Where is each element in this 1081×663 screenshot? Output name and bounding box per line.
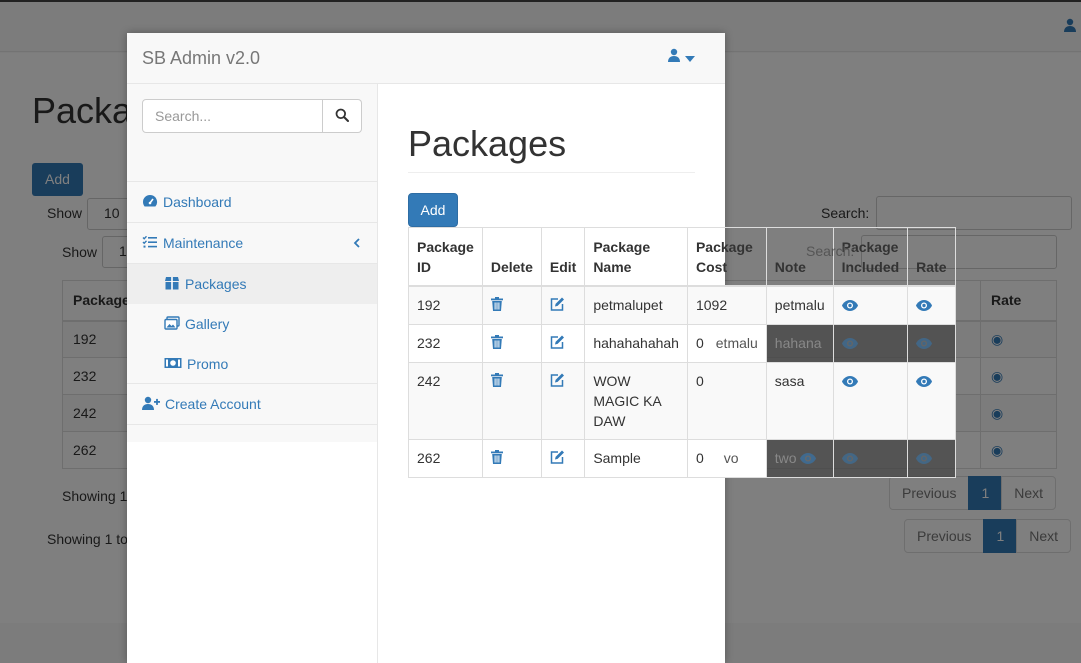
chevron-left-icon[interactable] bbox=[353, 235, 361, 251]
delete-cell bbox=[481, 439, 542, 479]
rate-cell bbox=[907, 323, 956, 364]
package-name-cell: WOW MAGIC KA DAW bbox=[584, 362, 688, 441]
trash-icon[interactable] bbox=[490, 334, 503, 354]
package-included-cell bbox=[832, 362, 909, 441]
sidebar-item-label: Gallery bbox=[185, 316, 230, 332]
sidebar-item-label: Maintenance bbox=[163, 235, 244, 251]
box-icon bbox=[164, 276, 180, 293]
eye-icon[interactable] bbox=[916, 296, 933, 316]
package-included-cell bbox=[832, 323, 909, 364]
sidebar-item-maintenance[interactable]: Maintenance bbox=[127, 223, 377, 264]
package-cost-cell: 0 vo bbox=[686, 439, 767, 479]
trash-icon[interactable] bbox=[490, 296, 503, 316]
search-icon bbox=[335, 108, 349, 125]
package-id-cell: 192 bbox=[408, 285, 483, 325]
table-row: 192 petmalupet 1092 petmalu bbox=[408, 285, 956, 325]
background-overlap-text: etmalu bbox=[715, 334, 758, 351]
package-included-cell bbox=[832, 285, 909, 325]
table-row: 242 WOW MAGIC KA DAW 0 sasa bbox=[408, 362, 956, 441]
images-icon bbox=[164, 315, 180, 333]
sidebar-search-input[interactable] bbox=[142, 99, 323, 133]
edit-icon[interactable] bbox=[550, 449, 565, 469]
trash-icon[interactable] bbox=[490, 372, 503, 392]
package-id-cell: 242 bbox=[408, 362, 483, 441]
eye-icon[interactable] bbox=[916, 449, 933, 469]
edit-cell bbox=[540, 362, 586, 441]
user-plus-icon bbox=[142, 396, 160, 413]
sidebar-item-packages[interactable]: Packages bbox=[127, 264, 377, 304]
package-name-cell: hahahahahah bbox=[584, 323, 688, 364]
table-row: 262 Sample 0 vo two bbox=[408, 439, 956, 479]
package-id-cell: 262 bbox=[408, 439, 483, 479]
sidebar-item-label: Create Account bbox=[165, 396, 261, 412]
eye-icon[interactable] bbox=[916, 334, 933, 354]
edit-cell bbox=[540, 285, 586, 325]
eye-icon[interactable] bbox=[841, 296, 858, 316]
delete-cell bbox=[481, 323, 542, 364]
top-navbar: SB Admin v2.0 bbox=[127, 33, 725, 84]
eye-icon[interactable] bbox=[916, 372, 933, 392]
page-title: Packages bbox=[408, 123, 567, 164]
sidebar-blank-area bbox=[127, 442, 377, 663]
tasks-icon bbox=[142, 235, 158, 252]
add-package-button[interactable]: Add bbox=[408, 193, 458, 227]
table-row: 232 hahahahahah 0 etmalu hahana bbox=[408, 323, 956, 364]
sidebar-item-create-account[interactable]: Create Account bbox=[127, 384, 377, 425]
package-cost-cell: 0 bbox=[686, 362, 767, 441]
edit-cell bbox=[540, 323, 586, 364]
eye-icon[interactable] bbox=[800, 449, 817, 469]
column-header-edit[interactable]: Edit bbox=[540, 227, 586, 287]
eye-icon[interactable] bbox=[841, 334, 858, 354]
background-overlap-text: vo bbox=[723, 450, 739, 467]
edit-cell bbox=[540, 439, 586, 479]
user-icon bbox=[667, 48, 681, 65]
column-header-package-id[interactable]: Package ID bbox=[408, 227, 483, 287]
sidebar-item-label: Promo bbox=[187, 356, 229, 372]
package-name-cell: Sample bbox=[584, 439, 688, 479]
trash-icon[interactable] bbox=[490, 449, 503, 469]
package-name-cell: petmalupet bbox=[584, 285, 688, 325]
eye-icon[interactable] bbox=[841, 372, 858, 392]
note-cell: two bbox=[765, 439, 834, 479]
rate-cell bbox=[907, 285, 956, 325]
eye-icon[interactable] bbox=[841, 449, 858, 469]
rate-cell bbox=[907, 362, 956, 441]
column-header-rate[interactable]: Rate bbox=[907, 227, 956, 287]
delete-cell bbox=[481, 285, 542, 325]
note-cell: hahana bbox=[765, 323, 834, 364]
sidebar-item-dashboard[interactable]: Dashboard bbox=[127, 182, 377, 223]
column-header-delete[interactable]: Delete bbox=[481, 227, 542, 287]
page-header-divider bbox=[408, 172, 695, 173]
rate-cell bbox=[907, 439, 956, 479]
package-id-cell: 232 bbox=[408, 323, 483, 364]
packages-table: Package ID Delete Edit Package Name Packag… bbox=[408, 227, 956, 479]
caret-down-icon bbox=[685, 49, 695, 65]
sidebar-search bbox=[142, 99, 362, 133]
edit-icon[interactable] bbox=[550, 334, 565, 354]
tachometer-icon bbox=[142, 194, 158, 211]
brand-title[interactable]: SB Admin v2.0 bbox=[142, 48, 260, 69]
sidebar: Dashboard Maintenance Packages Gallery bbox=[127, 84, 378, 663]
overlap-search-label: Search: bbox=[806, 243, 855, 259]
sidebar-item-label: Packages bbox=[185, 276, 247, 292]
sidebar-item-label: Dashboard bbox=[163, 194, 232, 210]
sidebar-search-button[interactable] bbox=[323, 99, 362, 133]
package-cost-cell: 0 etmalu bbox=[686, 323, 767, 364]
admin-panel: SB Admin v2.0 Dashboard bbox=[127, 33, 956, 663]
sidebar-item-gallery[interactable]: Gallery bbox=[127, 304, 377, 344]
delete-cell bbox=[481, 362, 542, 441]
money-bill-icon bbox=[164, 356, 182, 372]
column-header-package-cost[interactable]: Package Cost bbox=[686, 227, 767, 287]
edit-icon[interactable] bbox=[550, 372, 565, 392]
sidebar-item-promo[interactable]: Promo bbox=[127, 344, 377, 384]
column-header-package-name[interactable]: Package Name bbox=[584, 227, 688, 287]
user-menu-toggle[interactable] bbox=[667, 48, 695, 65]
note-cell: sasa bbox=[765, 362, 834, 441]
edit-icon[interactable] bbox=[550, 296, 565, 316]
package-included-cell bbox=[832, 439, 909, 479]
package-cost-cell: 1092 bbox=[686, 285, 767, 325]
note-cell: petmalu bbox=[765, 285, 834, 325]
